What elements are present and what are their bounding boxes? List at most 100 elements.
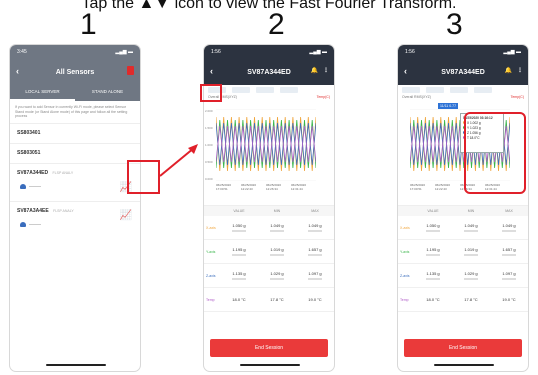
bookmark-icon[interactable]: [127, 66, 134, 75]
more-icon[interactable]: ⋮: [517, 67, 523, 74]
table-row: Y-axis 1.195 g 1.019 g 1.657 g: [204, 240, 334, 264]
sensor-list-item[interactable]: SS803051: [10, 143, 140, 163]
cell-value: 18.0 °C: [426, 297, 440, 302]
sensor-list-item[interactable]: SS803401: [10, 123, 140, 143]
arrow-icon: [159, 144, 198, 177]
sensor-list-item[interactable]: SV87A344ED FLSP ANALY 📈: [10, 163, 140, 201]
table-row: Z-axis 1.135 g 1.029 g 1.097 g: [204, 264, 334, 288]
x-tick: 06/25/2020 17:00:51: [216, 183, 232, 191]
status-bar: 1:56 ▂▄▆ ▬: [204, 45, 334, 59]
signal-icon: ▂▄▆ ▬: [309, 49, 327, 55]
bell-icon[interactable]: 🔔: [311, 67, 318, 74]
step-number-1: 1: [80, 8, 97, 41]
chart-tab[interactable]: [474, 87, 492, 93]
end-session-button[interactable]: End Session: [404, 339, 522, 357]
status-time: 1:56: [211, 49, 221, 55]
row-label: Temp: [206, 297, 215, 302]
divider: [29, 224, 41, 225]
bell-icon[interactable]: 🔔: [505, 67, 512, 74]
nav-bar: ‹ SV87A344ED 🔔 ⋮: [204, 59, 334, 85]
cell-value: 1.049 g: [464, 223, 478, 228]
readings-table: VALUE MIN MAX X-axis 1.050 g 1.049 g 1.0…: [204, 205, 334, 312]
chart-tab[interactable]: [280, 87, 298, 93]
column-header: MIN: [273, 209, 281, 213]
nav-bar: ‹ SV87A344ED 🔔 ⋮: [398, 59, 528, 85]
row-label: Z-axis: [206, 273, 216, 278]
column-header: MAX: [311, 209, 319, 213]
table-cell: 1.049 g: [452, 223, 490, 232]
back-icon[interactable]: ‹: [210, 66, 213, 76]
table-row: X-axis 1.050 g 1.049 g 1.049 g: [204, 216, 334, 240]
page-title: SV87A344ED: [441, 68, 485, 76]
table-cell: 1.050 g: [220, 223, 258, 232]
divider: [29, 186, 41, 187]
x-tick: 06/25/2020 12:22:43: [241, 183, 257, 191]
table-header: VALUE MIN MAX: [398, 206, 528, 216]
tab-stand-alone[interactable]: STAND ALONE: [75, 85, 140, 101]
x-axis-ticks: 06/25/2020 17:00:51 06/25/2020 12:22:43 …: [216, 183, 316, 191]
step-number-2: 2: [268, 8, 285, 41]
sensor-subtitle: FLSP ANALY: [53, 209, 74, 213]
line-chart[interactable]: [216, 109, 316, 181]
y-axis-ticks: 2.000 1.500 1.000 0.500 0.000: [205, 109, 213, 181]
chart-tab[interactable]: [256, 87, 274, 93]
table-cell: 17.8 °C: [258, 297, 296, 302]
chart-tab[interactable]: [232, 87, 250, 93]
readings-table: VALUE MIN MAX X-axis 1.050 g 1.049 g 1.0…: [398, 205, 528, 312]
cell-value: 1.019 g: [464, 247, 478, 252]
y-tick: 0.000: [205, 177, 213, 181]
cell-value: 17.8 °C: [464, 297, 478, 302]
table-cell: 1.049 g: [296, 223, 334, 232]
row-label: Y-axis: [400, 249, 410, 254]
cell-value: 19.0 °C: [502, 297, 516, 302]
table-cell: 1.049 g: [490, 223, 528, 232]
legend-left: Overall RMS(XYZ): [402, 95, 431, 99]
step-number-3: 3: [446, 8, 463, 41]
table-cell: 1.195 g: [414, 247, 452, 256]
cell-value: 1.049 g: [502, 223, 516, 228]
signal-icon: ▂▄▆ ▬: [115, 49, 133, 55]
cell-value: 19.0 °C: [308, 297, 322, 302]
table-cell: 1.195 g: [220, 247, 258, 256]
column-header: VALUE: [233, 209, 245, 213]
x-tick: 06/25/2020 12:26:34: [266, 183, 282, 191]
phone-screen-fft-view: 1:56 ▂▄▆ ▬ ‹ SV87A344ED 🔔 ⋮ Overall RMS(…: [397, 44, 529, 372]
tab-local-server[interactable]: LOCAL SERVER: [10, 85, 75, 101]
back-icon[interactable]: ‹: [404, 66, 407, 76]
page-title: SV87A344ED: [247, 68, 291, 76]
caption-suffix: icon to view the Fast Fourier Transform.: [174, 0, 457, 12]
cell-value: 1.049 g: [308, 223, 322, 228]
graph-icon[interactable]: 📈: [119, 210, 133, 222]
y-tick: 1.000: [205, 143, 213, 147]
table-cell: 1.049 g: [258, 223, 296, 232]
table-cell: 18.0 °C: [220, 297, 258, 302]
table-cell: 18.0 °C: [414, 297, 452, 302]
y-tick: 0.500: [205, 160, 213, 164]
status-time: 3:45: [17, 49, 27, 55]
table-cell: 1.019 g: [452, 247, 490, 256]
table-cell: 1.097 g: [490, 271, 528, 280]
cell-value: 1.029 g: [464, 271, 478, 276]
cell-value: 1.049 g: [270, 223, 284, 228]
chart-tab[interactable]: [426, 87, 444, 93]
table-row: Temp 18.0 °C 17.8 °C 19.0 °C: [398, 288, 528, 312]
home-indicator: [240, 364, 300, 366]
chart-tab[interactable]: [450, 87, 468, 93]
table-cell: 1.657 g: [296, 247, 334, 256]
column-header: VALUE: [427, 209, 439, 213]
row-label: Temp: [400, 297, 409, 302]
x-tick: 06/25/2020 12:31:44: [291, 183, 307, 191]
cell-value: 1.657 g: [502, 247, 516, 252]
nav-bar: ‹ All Sensors: [10, 59, 140, 85]
cell-value: 1.195 g: [232, 247, 246, 252]
end-session-button[interactable]: End Session: [210, 339, 328, 357]
chart-tab[interactable]: [402, 87, 420, 93]
cell-value: 1.657 g: [308, 247, 322, 252]
y-tick: 1.500: [205, 126, 213, 130]
table-header: VALUE MIN MAX: [204, 206, 334, 216]
back-icon[interactable]: ‹: [16, 66, 19, 76]
person-icon: [20, 184, 26, 189]
cell-value: 1.029 g: [270, 271, 284, 276]
sensor-list-item[interactable]: SV87A3A4EE FLSP ANALY 📈: [10, 201, 140, 239]
more-icon[interactable]: ⋮: [323, 67, 329, 74]
